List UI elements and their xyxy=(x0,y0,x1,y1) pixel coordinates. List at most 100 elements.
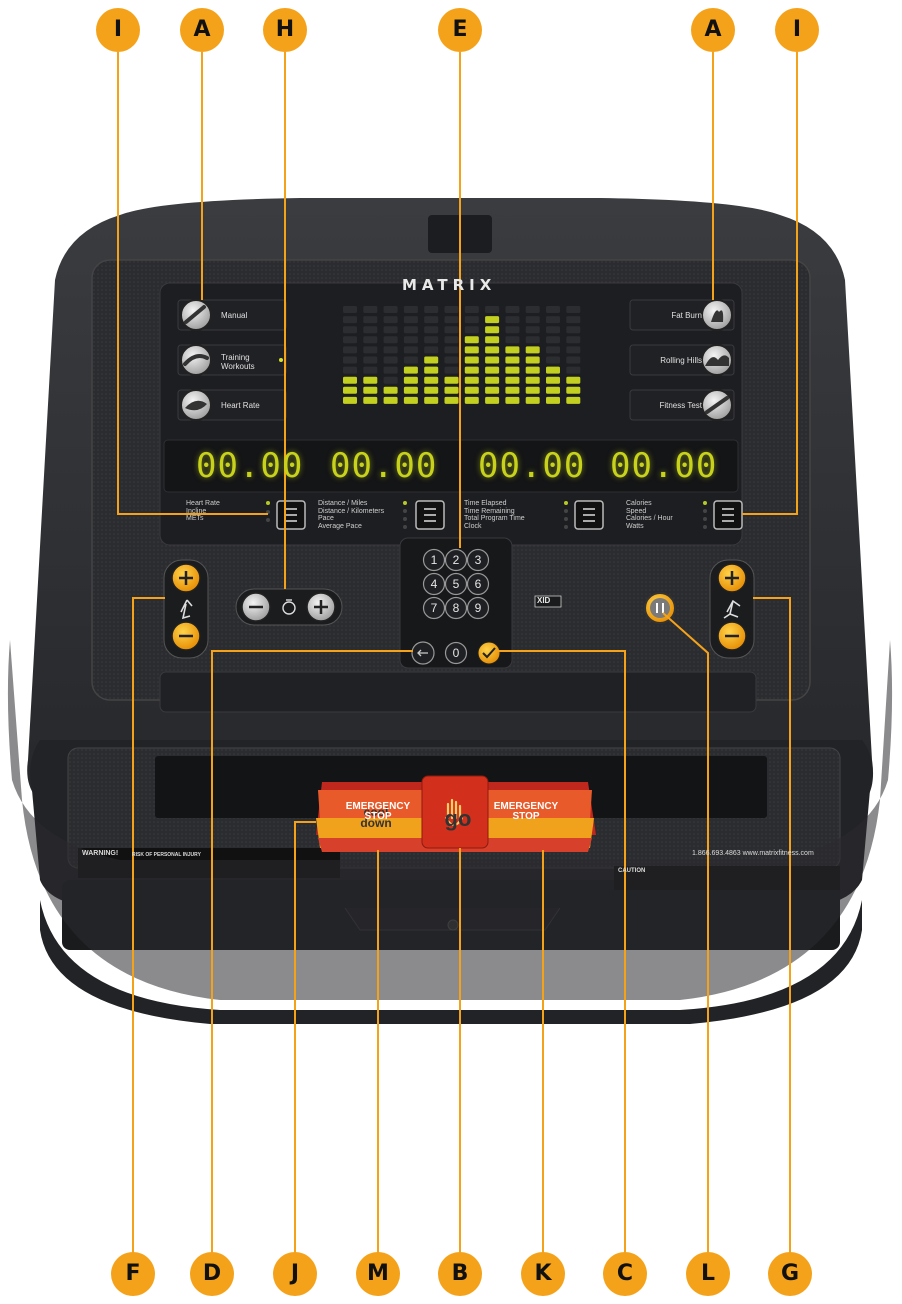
keypad-key-label: 6 xyxy=(475,577,482,591)
matrix-dot xyxy=(444,306,459,313)
matrix-dot xyxy=(424,366,439,374)
matrix-dot xyxy=(444,346,459,354)
keypad-key-2[interactable]: 2 xyxy=(444,548,468,572)
keypad-key-label: 5 xyxy=(453,577,460,591)
keypad-key-label: 7 xyxy=(431,601,438,615)
metric-label: Time Remaining xyxy=(464,507,515,515)
program-label-fitness-test: Fitness Test xyxy=(659,401,702,410)
keypad-key-3[interactable]: 3 xyxy=(466,548,490,572)
time-minus-button[interactable] xyxy=(241,592,271,622)
metric-group-4: Calories Speed Calories / Hour Watts xyxy=(626,500,673,530)
keypad-key-label: 8 xyxy=(453,601,460,615)
metric-select-button-4[interactable] xyxy=(713,500,743,530)
keypad-key-6[interactable]: 6 xyxy=(466,572,490,596)
matrix-dot xyxy=(403,356,418,364)
upper-tray xyxy=(159,671,757,713)
matrix-dot xyxy=(546,366,560,374)
matrix-dot xyxy=(464,336,479,344)
keypad-key-5[interactable]: 5 xyxy=(444,572,468,596)
matrix-dot xyxy=(566,326,581,334)
keypad-key-1[interactable]: 1 xyxy=(422,548,446,572)
matrix-dot xyxy=(566,376,581,384)
program-label-fat-burn: Fat Burn xyxy=(671,311,702,320)
metric-select-button-3[interactable] xyxy=(574,500,604,530)
matrix-dot xyxy=(424,376,439,384)
matrix-dot xyxy=(566,356,581,364)
matrix-dot xyxy=(525,356,540,364)
matrix-dot xyxy=(343,346,357,354)
matrix-dot xyxy=(464,356,479,364)
matrix-dot xyxy=(383,356,398,364)
speed-down-button[interactable] xyxy=(717,621,747,651)
matrix-dot xyxy=(403,346,418,354)
matrix-dot xyxy=(343,316,357,324)
metric-label: Total Program Time xyxy=(464,515,525,522)
callout-C: C xyxy=(603,1252,647,1296)
matrix-dot xyxy=(383,376,398,384)
matrix-dot xyxy=(343,366,357,374)
matrix-dot xyxy=(363,396,378,404)
metric-label: METs xyxy=(186,515,204,522)
time-plus-button[interactable] xyxy=(306,592,336,622)
program-label-heart-rate: Heart Rate xyxy=(221,401,260,410)
matrix-dot xyxy=(525,376,540,384)
incline-down-button[interactable] xyxy=(171,621,201,651)
matrix-dot xyxy=(444,326,459,334)
matrix-dot xyxy=(505,336,520,344)
matrix-dot xyxy=(566,346,581,354)
matrix-dot xyxy=(485,366,500,374)
callout-F: F xyxy=(111,1252,155,1296)
matrix-dot xyxy=(525,386,540,394)
matrix-dot xyxy=(424,336,439,344)
matrix-dot xyxy=(505,316,520,324)
metric-group-1: Heart Rate Incline METs xyxy=(186,500,220,523)
program-label-rolling-hills: Rolling Hills xyxy=(660,356,702,365)
callout-A-left: A xyxy=(180,8,224,52)
matrix-dot xyxy=(444,396,459,404)
callout-E: E xyxy=(438,8,482,52)
matrix-dot xyxy=(343,396,357,404)
matrix-dot xyxy=(566,386,581,394)
matrix-dot xyxy=(343,356,357,364)
matrix-dot xyxy=(343,376,357,384)
matrix-dot xyxy=(505,326,520,334)
matrix-dot xyxy=(546,376,560,384)
incline-up-button[interactable] xyxy=(171,563,201,593)
matrix-dot xyxy=(403,326,418,334)
matrix-dot xyxy=(363,336,378,344)
keypad-key-0[interactable]: 0 xyxy=(444,641,468,665)
matrix-dot xyxy=(424,316,439,324)
console-diagram: 12345 6 7 89 0 MATRIX Manual Training Workou… xyxy=(0,0,902,1304)
matrix-dot xyxy=(424,386,439,394)
metric-select-button-1[interactable] xyxy=(276,500,306,530)
matrix-dot xyxy=(546,356,560,364)
metric-label: Speed xyxy=(626,507,647,515)
enter-key[interactable] xyxy=(477,641,501,665)
metric-label: Incline xyxy=(186,507,207,515)
matrix-dot xyxy=(343,306,357,313)
keypad-key-4[interactable]: 4 xyxy=(422,572,446,596)
keypad-key-9[interactable]: 9 xyxy=(466,596,490,620)
matrix-dot xyxy=(485,356,500,364)
speed-up-button[interactable] xyxy=(717,563,747,593)
metric-label: Time Elapsed xyxy=(464,500,507,507)
matrix-dot xyxy=(505,376,520,384)
matrix-dot xyxy=(363,306,378,313)
matrix-dot xyxy=(383,326,398,334)
matrix-dot xyxy=(464,386,479,394)
back-key[interactable] xyxy=(411,641,435,665)
matrix-dot xyxy=(525,306,540,313)
matrix-dot xyxy=(424,306,439,313)
metric-select-button-2[interactable] xyxy=(415,500,445,530)
matrix-dot xyxy=(546,346,560,354)
callout-D: D xyxy=(190,1252,234,1296)
go-label: go xyxy=(444,806,472,831)
keypad-key-7[interactable]: 7 xyxy=(422,596,446,620)
callout-B: B xyxy=(438,1252,482,1296)
keypad-key-label: 2 xyxy=(453,553,460,567)
matrix-dot xyxy=(444,366,459,374)
metric-label: Clock xyxy=(464,522,482,530)
matrix-dot xyxy=(343,336,357,344)
matrix-dot xyxy=(343,326,357,334)
keypad-key-8[interactable]: 8 xyxy=(444,596,468,620)
